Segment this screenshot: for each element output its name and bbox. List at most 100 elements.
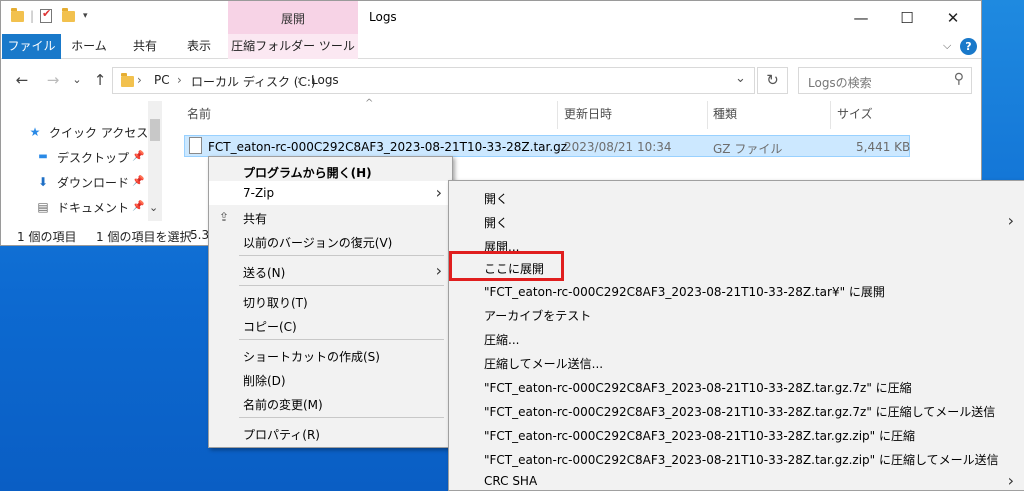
folder-icon[interactable] — [11, 7, 24, 22]
sidebar-item-label: デスクトップ — [57, 150, 130, 165]
tab-share[interactable]: 共有 — [123, 34, 167, 59]
new-folder-icon[interactable] — [62, 7, 75, 22]
pin-icon[interactable]: 📌 — [132, 151, 144, 162]
submenu-item-compress-zip-email[interactable]: "FCT_eaton-rc-000C292C8AF3_2023-08-21T10… — [449, 446, 1024, 470]
expand-ribbon-icon[interactable]: ⌵ — [943, 39, 951, 53]
customize-toolbar-icon[interactable]: ▾ — [83, 11, 88, 21]
file-name[interactable]: FCT_eaton-rc-000C292C8AF3_2023-08-21T10-… — [208, 140, 567, 154]
maximize-button[interactable]: ☐ — [884, 5, 930, 31]
document-icon: ▤ — [37, 200, 49, 214]
menu-item-label: CRC SHA — [484, 474, 538, 488]
scrollbar-thumb[interactable] — [150, 119, 160, 141]
menu-item-delete[interactable]: 削除(D) — [209, 367, 452, 391]
submenu-item-compress-email[interactable]: 圧縮してメール送信... — [449, 350, 1024, 374]
back-button[interactable]: ← — [11, 69, 33, 91]
chevron-right-icon: › — [1007, 471, 1014, 490]
submenu-item-open[interactable]: 開く — [449, 185, 1024, 209]
menu-item-copy[interactable]: コピー(C) — [209, 313, 452, 337]
tab-file[interactable]: ファイル — [2, 34, 61, 59]
breadcrumb-logs[interactable]: Logs — [311, 73, 339, 87]
sidebar-item-quick-access[interactable]: ★ クイック アクセス — [27, 122, 149, 142]
submenu-item-crc-sha[interactable]: CRC SHA › — [449, 469, 1024, 491]
column-header-type[interactable]: 種類 — [713, 105, 737, 122]
menu-item-label: 切り取り(T) — [243, 296, 308, 310]
desktop-icon: ▬ — [38, 151, 48, 162]
menu-item-restore-previous[interactable]: 以前のバージョンの復元(V) — [209, 229, 452, 253]
context-tab-extract[interactable]: 展開 — [228, 1, 358, 34]
tab-compressed-folder-tools[interactable]: 圧縮フォルダー ツール — [228, 34, 358, 59]
menu-item-label: 以前のバージョンの復元(V) — [243, 236, 393, 250]
menu-item-label: 開く — [484, 216, 509, 230]
menu-item-label: "FCT_eaton-rc-000C292C8AF3_2023-08-21T10… — [484, 405, 996, 419]
menu-separator — [239, 285, 444, 286]
submenu-item-compress-7z-email[interactable]: "FCT_eaton-rc-000C292C8AF3_2023-08-21T10… — [449, 398, 1024, 422]
sidebar-item-documents[interactable]: ▤ ドキュメント — [35, 197, 129, 217]
column-header-size[interactable]: サイズ — [837, 105, 873, 122]
menu-item-label: プログラムから開く(H) — [243, 166, 372, 180]
submenu-item-test-archive[interactable]: アーカイブをテスト — [449, 302, 1024, 326]
up-button[interactable]: ↑ — [89, 69, 111, 91]
menu-item-share[interactable]: ⇪ 共有 — [209, 205, 452, 229]
context-menu: プログラムから開く(H) 7-Zip › ⇪ 共有 以前のバージョンの復元(V)… — [208, 156, 453, 448]
sidebar-item-label: クイック アクセス — [49, 125, 149, 140]
status-size: 5.3 — [190, 228, 210, 242]
menu-item-label: "FCT_eaton-rc-000C292C8AF3_2023-08-21T10… — [484, 285, 885, 299]
column-divider[interactable] — [707, 101, 708, 129]
minimize-button[interactable]: — — [838, 5, 884, 31]
menu-item-label: コピー(C) — [243, 320, 297, 334]
address-bar[interactable]: › PC › ローカル ディスク (C:) › Logs ⌄ — [112, 67, 755, 94]
column-header-modified[interactable]: 更新日時 — [564, 105, 612, 122]
properties-icon[interactable] — [40, 7, 52, 23]
menu-item-label: アーカイブをテスト — [484, 309, 592, 323]
menu-item-cut[interactable]: 切り取り(T) — [209, 289, 452, 313]
menu-item-open-with[interactable]: プログラムから開く(H) — [209, 159, 452, 183]
window-title: Logs — [369, 10, 397, 24]
column-divider[interactable] — [830, 101, 831, 129]
sort-indicator-icon: ^ — [365, 98, 374, 109]
menu-separator — [239, 255, 444, 256]
menu-item-label: 圧縮... — [484, 333, 520, 347]
folder-icon — [121, 73, 134, 87]
menu-item-label: "FCT_eaton-rc-000C292C8AF3_2023-08-21T10… — [484, 453, 999, 467]
tab-home[interactable]: ホーム — [67, 34, 111, 59]
breadcrumb-pc[interactable]: PC — [154, 73, 170, 87]
sidebar-item-downloads[interactable]: ⬇ ダウンロード — [35, 172, 129, 192]
submenu-item-compress[interactable]: 圧縮... — [449, 326, 1024, 350]
recent-locations-button[interactable]: ⌄ — [66, 69, 88, 91]
menu-item-label: 送る(N) — [243, 266, 286, 280]
navpane-scrollbar[interactable]: ⌄ — [148, 101, 162, 221]
download-icon: ⬇ — [37, 175, 49, 189]
menu-item-send-to[interactable]: 送る(N) › — [209, 259, 452, 283]
menu-item-label: プロパティ(R) — [243, 428, 320, 442]
menu-item-create-shortcut[interactable]: ショートカットの作成(S) — [209, 343, 452, 367]
refresh-button[interactable]: ↻ — [757, 67, 788, 94]
file-type: GZ ファイル — [713, 142, 783, 156]
close-button[interactable]: ✕ — [930, 5, 976, 31]
submenu-item-open-sub[interactable]: 開く › — [449, 209, 1024, 233]
column-header-name[interactable]: 名前 — [187, 105, 211, 122]
submenu-item-extract-to-folder[interactable]: "FCT_eaton-rc-000C292C8AF3_2023-08-21T10… — [449, 278, 1024, 302]
tab-view[interactable]: 表示 — [177, 34, 221, 59]
menu-item-properties[interactable]: プロパティ(R) — [209, 421, 452, 445]
menu-item-7zip[interactable]: 7-Zip › — [209, 181, 452, 205]
toolbar-divider: | — [29, 9, 35, 23]
address-dropdown-icon[interactable]: ⌄ — [735, 71, 746, 86]
pin-icon[interactable]: 📌 — [132, 201, 144, 212]
highlight-annotation-box — [449, 251, 564, 281]
sidebar-item-desktop[interactable]: ▬ デスクトップ — [35, 147, 129, 167]
breadcrumb-separator[interactable]: › — [137, 73, 142, 87]
search-icon[interactable]: ⚲ — [954, 71, 964, 87]
pin-icon[interactable]: 📌 — [132, 176, 144, 187]
menu-item-label: "FCT_eaton-rc-000C292C8AF3_2023-08-21T10… — [484, 381, 912, 395]
menu-item-rename[interactable]: 名前の変更(M) — [209, 391, 452, 415]
forward-button[interactable]: → — [42, 69, 64, 91]
scroll-down-icon[interactable]: ⌄ — [149, 201, 158, 214]
column-divider[interactable] — [557, 101, 558, 129]
submenu-item-compress-7z[interactable]: "FCT_eaton-rc-000C292C8AF3_2023-08-21T10… — [449, 374, 1024, 398]
help-icon[interactable]: ? — [960, 38, 977, 55]
menu-item-label: 共有 — [243, 212, 268, 226]
breadcrumb-separator[interactable]: › — [297, 73, 302, 87]
search-input[interactable]: Logsの検索 ⚲ — [798, 67, 972, 94]
submenu-item-compress-zip[interactable]: "FCT_eaton-rc-000C292C8AF3_2023-08-21T10… — [449, 422, 1024, 446]
breadcrumb-separator[interactable]: › — [177, 73, 182, 87]
